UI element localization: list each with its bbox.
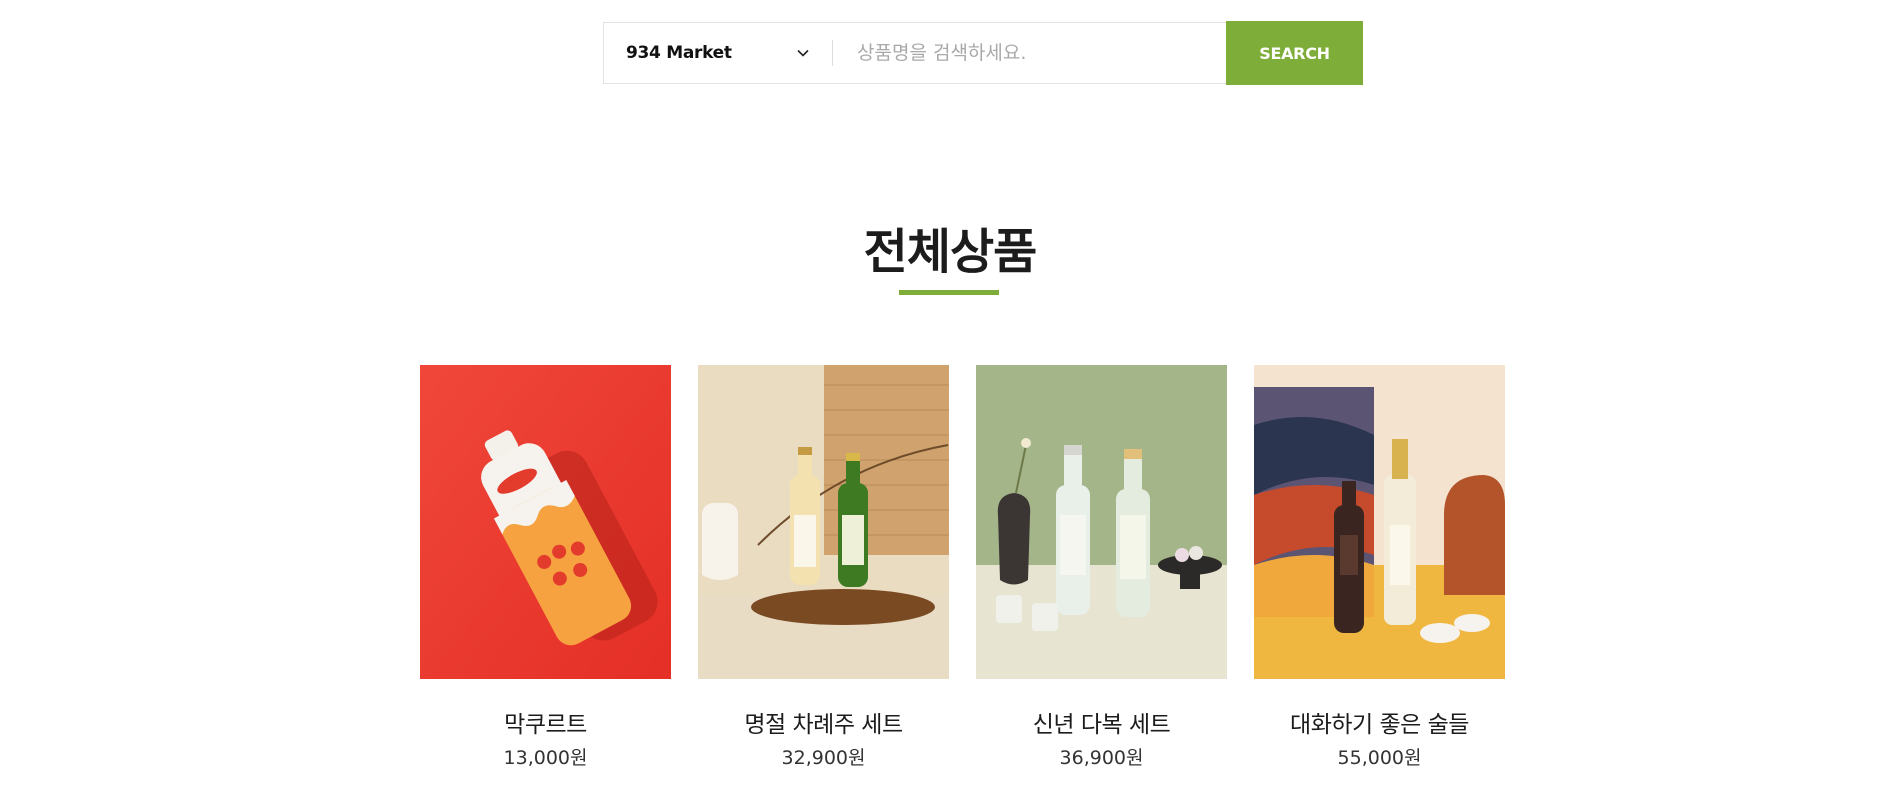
product-image[interactable] [976, 365, 1227, 679]
product-card[interactable]: 신년 다복 세트 36,900원 [976, 365, 1227, 770]
category-select-value: 934 Market [626, 43, 732, 63]
chevron-down-icon [796, 46, 810, 60]
product-name[interactable]: 대화하기 좋은 술들 [1254, 705, 1505, 739]
product-price: 13,000원 [503, 747, 588, 769]
product-image[interactable] [698, 365, 949, 679]
product-price: 32,900원 [781, 747, 866, 769]
search-bar: 934 Market SEARCH [603, 21, 1363, 85]
product-name[interactable]: 신년 다복 세트 [976, 705, 1227, 739]
product-price: 55,000원 [1337, 747, 1422, 769]
title-underline [899, 290, 999, 295]
section-title: 전체상품 [863, 224, 1038, 280]
product-card[interactable]: 대화하기 좋은 술들 55,000원 [1254, 365, 1505, 770]
product-card[interactable]: 막쿠르트 13,000원 [420, 365, 671, 770]
product-image[interactable] [420, 365, 671, 679]
page: 934 Market SEARCH 전체상품 [0, 0, 1900, 792]
product-image[interactable] [1254, 365, 1505, 679]
product-name[interactable]: 막쿠르트 [420, 705, 671, 739]
product-price: 36,900원 [1059, 747, 1144, 769]
product-card[interactable]: 명절 차례주 세트 32,900원 [698, 365, 949, 770]
product-name[interactable]: 명절 차례주 세트 [698, 705, 949, 739]
product-grid: 막쿠르트 13,000원 명절 차례주 세트 32,900원 신년 다복 세트 … [420, 365, 1505, 770]
category-select[interactable]: 934 Market [604, 23, 832, 83]
search-button[interactable]: SEARCH [1226, 21, 1363, 85]
search-input[interactable] [833, 23, 1226, 83]
